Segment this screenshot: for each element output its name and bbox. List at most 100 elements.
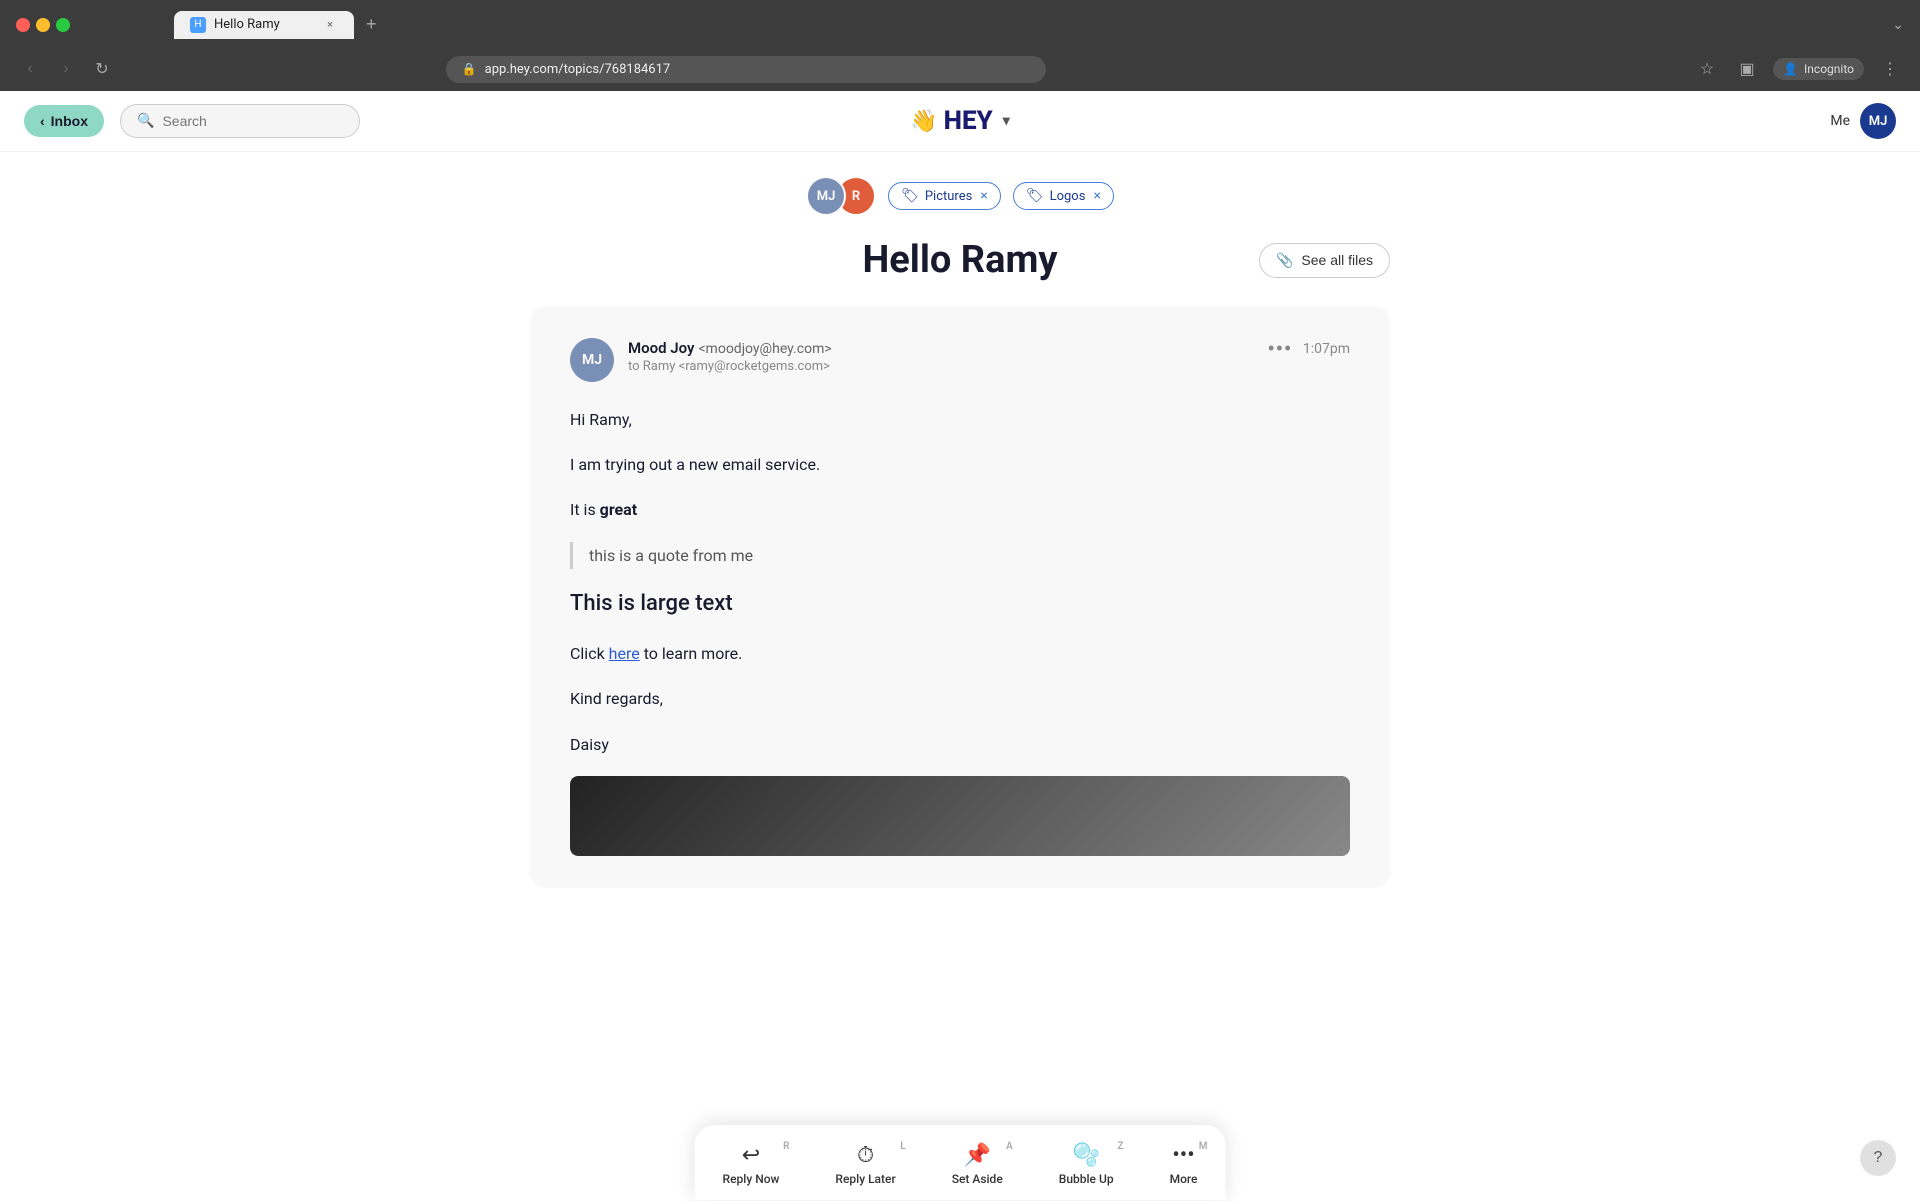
reply-now-icon: ↩ <box>742 1143 760 1168</box>
email-line2-prefix: It is <box>570 500 600 519</box>
email-line2-bold: great <box>600 500 637 519</box>
email-line2: It is great <box>570 496 1350 523</box>
action-bar: R ↩ Reply Now L ⏱ Reply Later A 📌 Set As… <box>695 1125 1226 1200</box>
see-all-files-button[interactable]: 📎 See all files <box>1259 243 1390 278</box>
more-label: More <box>1170 1172 1198 1186</box>
tab-close-button[interactable]: × <box>322 17 338 33</box>
bubble-up-icon: 🫧 <box>1072 1143 1099 1168</box>
help-button[interactable]: ? <box>1860 1140 1896 1176</box>
tab-favicon: H <box>190 17 206 33</box>
tag-logos[interactable]: 🏷 Logos × <box>1013 182 1114 210</box>
tag-logos-icon: 🏷 <box>1026 188 1044 204</box>
menu-button[interactable]: ⋮ <box>1876 55 1904 83</box>
sender-email: <moodjoy@hey.com> <box>698 341 831 357</box>
set-aside-shortcut: A <box>1006 1141 1013 1152</box>
user-avatar[interactable]: MJ <box>1860 103 1896 139</box>
email-blockquote-text: this is a quote from me <box>589 546 753 565</box>
email-blockquote: this is a quote from me <box>570 542 1350 569</box>
email-time: 1:07pm <box>1303 341 1350 357</box>
sender-name-row: Mood Joy <moodjoy@hey.com> <box>628 338 1268 357</box>
incognito-icon: 👤 <box>1783 62 1798 76</box>
more-shortcut: M <box>1199 1141 1208 1152</box>
minimize-window-button[interactable] <box>36 18 50 32</box>
reply-now-action[interactable]: R ↩ Reply Now <box>695 1135 808 1194</box>
sender-info: Mood Joy <moodjoy@hey.com> to Ramy <ramy… <box>628 338 1268 374</box>
reload-button[interactable]: ↻ <box>88 55 116 83</box>
reply-later-label: Reply Later <box>835 1172 895 1186</box>
email-header: MJ Mood Joy <moodjoy@hey.com> to Ramy <r… <box>570 338 1350 382</box>
to-line: to Ramy <ramy@rocketgems.com> <box>628 359 1268 374</box>
bubble-up-label: Bubble Up <box>1059 1172 1114 1186</box>
bubble-up-action[interactable]: Z 🫧 Bubble Up <box>1031 1135 1142 1194</box>
tag-pictures[interactable]: 🏷 Pictures × <box>888 182 1001 210</box>
paperclip-icon: 📎 <box>1276 252 1293 269</box>
reply-now-shortcut: R <box>783 1141 789 1152</box>
url-bar[interactable]: 🔒 app.hey.com/topics/768184617 <box>446 56 1046 83</box>
bubble-up-shortcut: Z <box>1118 1141 1124 1152</box>
reply-later-shortcut: L <box>900 1141 905 1152</box>
participants: MJ R <box>806 176 876 216</box>
topic-area: MJ R 🏷 Pictures × 🏷 Logos × Hello Ramy 📎… <box>510 152 1410 888</box>
more-action[interactable]: M ••• More <box>1142 1135 1226 1194</box>
email-image-strip <box>570 776 1350 856</box>
tag-pictures-icon: 🏷 <box>901 188 919 204</box>
reply-later-action[interactable]: L ⏱ Reply Later <box>807 1135 923 1194</box>
close-window-button[interactable] <box>16 18 30 32</box>
hey-chevron-icon: ▾ <box>1003 113 1010 129</box>
participant-avatar-mj[interactable]: MJ <box>806 176 846 216</box>
tag-logos-close[interactable]: × <box>1093 188 1100 204</box>
tab-bar: H Hello Ramy × + <box>158 10 401 39</box>
traffic-lights <box>16 18 70 32</box>
maximize-window-button[interactable] <box>56 18 70 32</box>
email-options-button[interactable]: ••• <box>1268 338 1293 359</box>
email-body: Hi Ramy, I am trying out a new email ser… <box>570 406 1350 856</box>
sender-avatar: MJ <box>570 338 614 382</box>
tab-expand-button[interactable]: ⌄ <box>1892 17 1904 33</box>
email-closing: Kind regards, <box>570 685 1350 712</box>
back-button[interactable]: ‹ <box>16 55 44 83</box>
tag-logos-label: Logos <box>1050 189 1086 204</box>
email-meta: ••• 1:07pm <box>1268 338 1350 359</box>
set-aside-action[interactable]: A 📌 Set Aside <box>924 1135 1031 1194</box>
email-here-link[interactable]: here <box>609 644 640 663</box>
hey-logo[interactable]: 👋 HEY ▾ <box>910 106 1010 136</box>
email-card: MJ Mood Joy <moodjoy@hey.com> to Ramy <r… <box>530 306 1390 888</box>
tab-title: Hello Ramy <box>214 17 280 32</box>
reply-now-label: Reply Now <box>723 1172 780 1186</box>
email-line3-suffix: to learn more. <box>640 644 743 663</box>
email-large-text: This is large text <box>570 585 1350 622</box>
bookmark-button[interactable]: ☆ <box>1693 55 1721 83</box>
url-text: app.hey.com/topics/768184617 <box>485 62 671 77</box>
incognito-label: Incognito <box>1804 62 1854 76</box>
email-signature: Daisy <box>570 731 1350 758</box>
nav-buttons: ‹ › ↻ <box>16 55 116 83</box>
browser-titlebar: H Hello Ramy × + ⌄ <box>0 0 1920 49</box>
email-line1: I am trying out a new email service. <box>570 451 1350 478</box>
inbox-back-arrow: ‹ <box>40 113 45 129</box>
search-input[interactable] <box>162 113 343 129</box>
app-header: ‹ Inbox 🔍 👋 HEY ▾ Me MJ <box>0 91 1920 152</box>
browser-tab-active[interactable]: H Hello Ramy × <box>174 11 354 39</box>
inbox-button[interactable]: ‹ Inbox <box>24 105 104 137</box>
search-bar[interactable]: 🔍 <box>120 104 360 138</box>
search-icon: 🔍 <box>137 113 154 129</box>
tag-pictures-close[interactable]: × <box>980 188 987 204</box>
browser-actions: ☆ ▣ 👤 Incognito ⋮ <box>1693 55 1904 83</box>
inbox-label: Inbox <box>51 113 88 129</box>
see-all-files-label: See all files <box>1301 252 1373 268</box>
new-tab-button[interactable]: + <box>358 10 385 39</box>
email-greeting: Hi Ramy, <box>570 406 1350 433</box>
email-image <box>570 776 1350 856</box>
topic-meta: MJ R 🏷 Pictures × 🏷 Logos × <box>530 152 1390 228</box>
reply-later-icon: ⏱ <box>857 1143 874 1168</box>
address-bar: ‹ › ↻ 🔒 app.hey.com/topics/768184617 ☆ ▣… <box>0 49 1920 91</box>
hey-logo-text: HEY <box>944 106 993 136</box>
tag-pictures-label: Pictures <box>925 189 972 204</box>
more-icon: ••• <box>1172 1143 1194 1168</box>
set-aside-label: Set Aside <box>952 1172 1003 1186</box>
forward-button[interactable]: › <box>52 55 80 83</box>
app-content: ‹ Inbox 🔍 👋 HEY ▾ Me MJ MJ R 🏷 Pict <box>0 91 1920 1201</box>
sidebar-button[interactable]: ▣ <box>1733 55 1761 83</box>
topic-title-row: Hello Ramy 📎 See all files <box>530 228 1390 306</box>
user-me-label: Me <box>1830 113 1850 129</box>
